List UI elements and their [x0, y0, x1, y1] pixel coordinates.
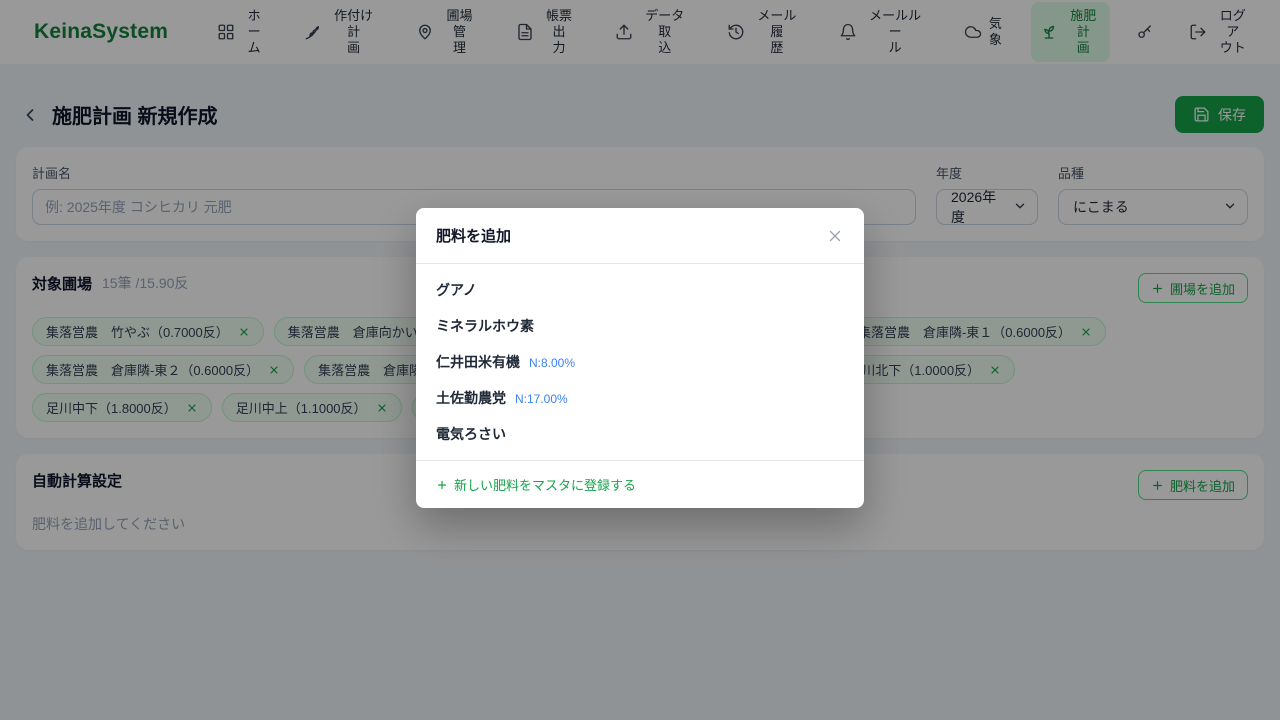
register-new-fertilizer-link[interactable]: 新しい肥料をマスタに登録する	[436, 475, 844, 494]
modal-header: 肥料を追加	[416, 208, 864, 264]
fertilizer-name: ミネラルホウ素	[436, 316, 534, 336]
fertilizer-list-item[interactable]: ミネラルホウ素	[416, 308, 864, 344]
fertilizer-name: 電気ろさい	[436, 424, 506, 444]
add-fertilizer-modal: 肥料を追加 グアノ ミネラルホウ素 仁井田米有機 N:8.00% 土佐勤農党 N…	[416, 208, 864, 508]
fertilizer-list-item[interactable]: 土佐勤農党 N:17.00%	[416, 380, 864, 416]
modal-footer: 新しい肥料をマスタに登録する	[416, 460, 864, 508]
close-icon[interactable]	[826, 227, 844, 245]
fertilizer-name: グアノ	[436, 280, 477, 300]
fertilizer-n-value: N:8.00%	[529, 356, 575, 370]
fertilizer-list-item[interactable]: グアノ	[416, 272, 864, 308]
fertilizer-list-item[interactable]: 電気ろさい	[416, 416, 864, 452]
fertilizer-list: グアノ ミネラルホウ素 仁井田米有機 N:8.00% 土佐勤農党 N:17.00…	[416, 264, 864, 460]
fertilizer-name: 土佐勤農党	[436, 388, 506, 408]
register-new-fertilizer-label: 新しい肥料をマスタに登録する	[454, 475, 636, 494]
fertilizer-list-item[interactable]: 仁井田米有機 N:8.00%	[416, 344, 864, 380]
fertilizer-name: 仁井田米有機	[436, 352, 520, 372]
fertilizer-n-value: N:17.00%	[515, 392, 568, 406]
modal-title: 肥料を追加	[436, 225, 511, 246]
plus-icon	[436, 479, 448, 491]
